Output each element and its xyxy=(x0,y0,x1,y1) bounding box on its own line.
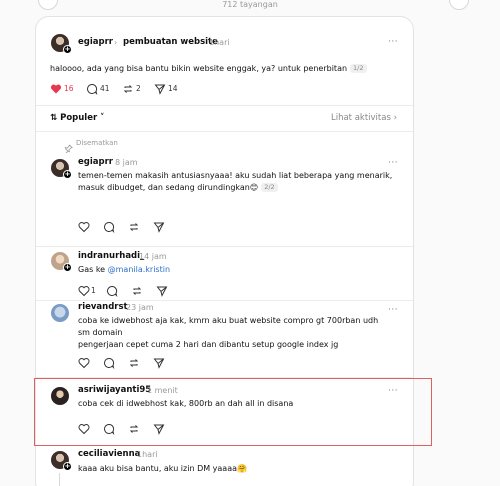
chevron-right-icon: › xyxy=(390,113,397,123)
post-time: 1hari xyxy=(209,38,230,47)
share-icon[interactable] xyxy=(153,221,165,233)
repost-count: 2 xyxy=(136,84,141,93)
chevron-down-icon: ˅ xyxy=(97,113,105,123)
share-icon[interactable] xyxy=(153,357,165,369)
username[interactable]: rievandrst xyxy=(78,302,128,313)
reply-text: coba ke idwebhost aja kak, kmrn aku buat… xyxy=(78,316,379,349)
post-text: haloooo, ada yang bisa bantu bikin websi… xyxy=(50,63,405,75)
reply-text: kaaa aku bisa bantu, aku izin DM yaaaa🤗 xyxy=(78,464,247,473)
reply-time: 8 jam xyxy=(115,158,138,167)
heart-icon[interactable] xyxy=(78,221,90,233)
username[interactable]: indranurhadi_ xyxy=(78,251,144,262)
comment-icon[interactable] xyxy=(103,221,115,233)
main-post: + egiaprr › pembuatan website 1hari ··· … xyxy=(36,17,413,107)
chevron-right-icon: › xyxy=(114,38,118,47)
reply-item: + ceciliavienna 1hari kaaa aku bisa bant… xyxy=(36,447,413,486)
reply-actions xyxy=(78,357,188,369)
reply-item: + indranurhadi_ 14 jam Gas ke @manila.kr… xyxy=(36,247,413,307)
mention-link[interactable]: @manila.kristin xyxy=(108,265,170,274)
reply-actions: 1 xyxy=(78,285,188,297)
follow-plus-icon[interactable]: + xyxy=(63,462,72,471)
page-indicator: 2/2 xyxy=(261,183,278,192)
follow-plus-icon[interactable]: + xyxy=(63,263,72,272)
post-actions: 16 41 2 14 xyxy=(50,83,250,95)
heart-icon[interactable] xyxy=(78,285,90,297)
comment-icon[interactable] xyxy=(86,83,98,95)
share-icon[interactable] xyxy=(154,83,166,95)
comment-icon[interactable] xyxy=(106,285,118,297)
page-indicator: 1/2 xyxy=(350,64,367,73)
thread-line xyxy=(59,473,60,486)
sort-icon: ⇅ xyxy=(50,113,61,123)
more-options-icon[interactable]: ··· xyxy=(388,305,398,315)
share-count: 14 xyxy=(168,84,178,93)
follow-plus-icon[interactable]: + xyxy=(63,45,72,54)
reply-time: 23 jam xyxy=(126,303,154,312)
reply-item: + egiaprr 8 jam ··· temen-temen makasih … xyxy=(36,153,413,243)
divider xyxy=(36,131,413,132)
divider xyxy=(36,105,413,106)
username[interactable]: ceciliavienna xyxy=(78,449,140,460)
view-activity-link[interactable]: Lihat aktivitas › xyxy=(331,113,397,124)
comment-icon[interactable] xyxy=(103,357,115,369)
reply-text: Gas ke @manila.kristin xyxy=(78,265,171,274)
highlight-box xyxy=(34,378,432,446)
reply-item: rievandrst 23 jam ··· coba ke idwebhost … xyxy=(36,301,413,381)
pinned-label: Disematkan xyxy=(76,139,118,147)
username[interactable]: egiaprr xyxy=(78,157,113,168)
share-icon[interactable] xyxy=(156,285,168,297)
reply-actions xyxy=(78,221,188,233)
username[interactable]: egiaprr xyxy=(78,37,113,48)
repost-icon[interactable] xyxy=(128,221,140,233)
like-count: 1 xyxy=(91,286,96,295)
follow-plus-icon[interactable]: + xyxy=(63,170,72,179)
repost-icon[interactable] xyxy=(122,83,134,95)
reply-text: temen-temen makasih antusiasnyaaa! aku s… xyxy=(78,171,393,192)
like-count: 16 xyxy=(64,84,74,93)
avatar[interactable] xyxy=(51,304,69,322)
sort-dropdown[interactable]: ⇅ Populer ˅ xyxy=(50,113,104,124)
topic-tag[interactable]: pembuatan website xyxy=(123,37,218,48)
reply-time: 14 jam xyxy=(139,252,167,261)
repost-icon[interactable] xyxy=(131,285,143,297)
more-options-icon[interactable]: ··· xyxy=(388,158,398,168)
more-options-icon[interactable]: ··· xyxy=(388,37,398,47)
repost-icon[interactable] xyxy=(128,357,140,369)
reply-time: 1hari xyxy=(137,450,158,459)
heart-icon[interactable] xyxy=(78,357,90,369)
reply-count: 41 xyxy=(100,84,110,93)
view-count: 712 tayangan xyxy=(222,0,278,9)
heart-filled-icon[interactable] xyxy=(50,83,62,95)
